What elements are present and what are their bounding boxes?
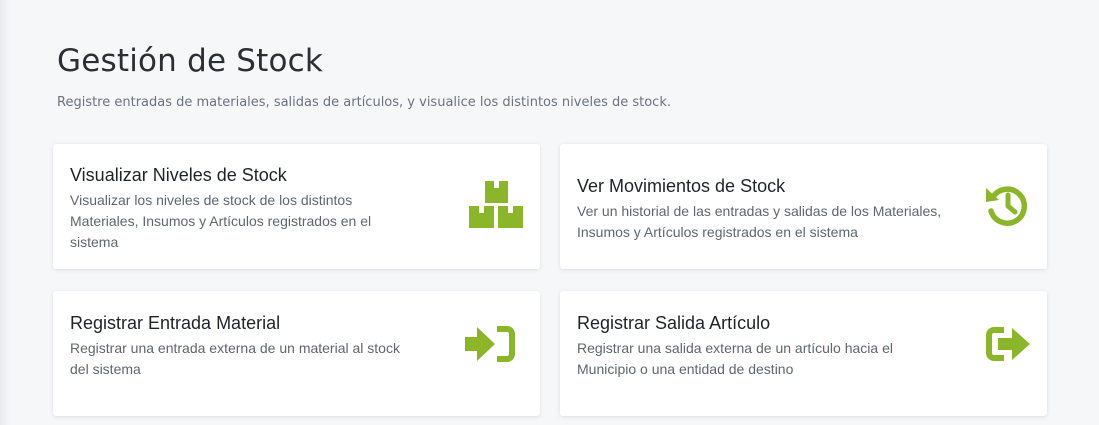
card-description: Registrar una salida externa de un artíc… — [577, 340, 893, 377]
card-title: Ver Movimientos de Stock — [577, 176, 786, 196]
card-view-stock-movements[interactable]: Ver Movimientos de Stock Ver un historia… — [560, 144, 1047, 269]
sign-in-icon — [465, 324, 517, 364]
card-description: Ver un historial de las entradas y salid… — [577, 203, 942, 240]
card-text: Registrar Entrada Material Registrar una… — [70, 312, 410, 380]
card-text: Ver Movimientos de Stock Ver un historia… — [577, 175, 952, 243]
page-subtitle: Registre entradas de materiales, salidas… — [57, 95, 671, 110]
card-description: Registrar una entrada externa de un mate… — [70, 340, 400, 377]
card-title: Registrar Salida Artículo — [577, 313, 771, 333]
sign-out-icon — [986, 325, 1032, 363]
card-register-article-exit[interactable]: Registrar Salida Artículo Registrar una … — [560, 291, 1047, 416]
page-title: Gestión de Stock — [57, 43, 324, 79]
card-view-stock-levels[interactable]: Visualizar Niveles de Stock Visualizar l… — [53, 144, 540, 269]
card-description: Visualizar los niveles de stock de los d… — [70, 192, 372, 250]
history-icon — [984, 182, 1030, 228]
card-register-material-entry[interactable]: Registrar Entrada Material Registrar una… — [53, 291, 540, 416]
card-text: Visualizar Niveles de Stock Visualizar l… — [70, 164, 410, 253]
card-text: Registrar Salida Artículo Registrar una … — [577, 312, 917, 380]
card-title: Registrar Entrada Material — [70, 313, 281, 333]
sidebar-edge — [0, 0, 10, 425]
card-title: Visualizar Niveles de Stock — [70, 165, 287, 185]
boxes-icon — [469, 181, 525, 233]
